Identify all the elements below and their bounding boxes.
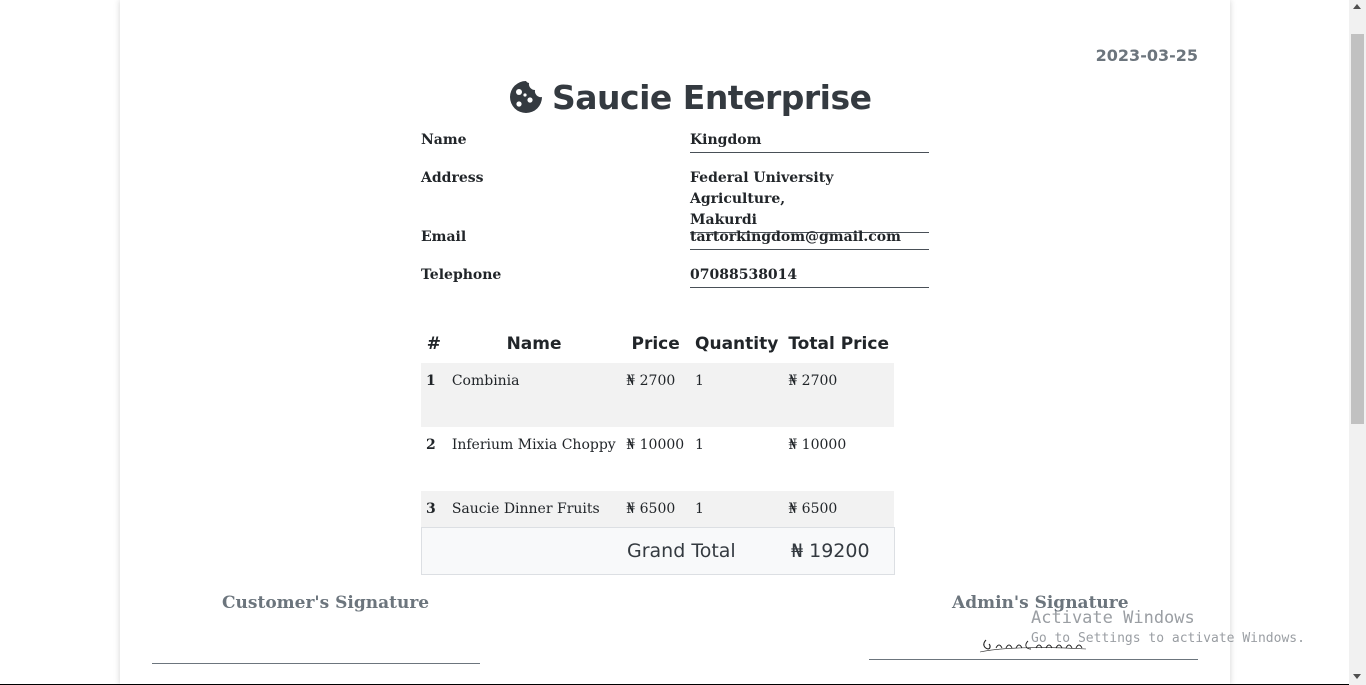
grand-total-value: ₦ 19200 [791,540,870,562]
company-name: Saucie Enterprise [552,77,872,117]
row-price: ₦ 10000 [626,437,685,453]
name-value: Kingdom [690,130,929,153]
email-label: Email [421,229,467,245]
activate-windows-title: Activate Windows [1031,608,1195,628]
row-item-name: Combinia [446,363,622,427]
column-header-index: # [426,334,442,354]
row-total-price: ₦ 10000 [788,437,847,453]
vertical-scrollbar[interactable] [1349,0,1366,685]
email-value: tartorkingdom@gmail.com [690,227,929,250]
row-quantity: 1 [695,437,704,453]
scroll-up-arrow-icon[interactable] [1353,4,1361,9]
table-row: 1 Combinia ₦ 2700 1 ₦ 2700 [421,363,894,427]
table-row: 2 Inferium Mixia Choppy ₦ 10000 1 ₦ 1000… [421,427,894,491]
address-label: Address [421,170,484,186]
scroll-down-arrow-icon[interactable] [1353,674,1361,679]
table-header-row: # Name Price Quantity Total Price [421,325,894,363]
grand-total-row: Grand Total ₦ 19200 [421,527,895,575]
grand-total-label: Grand Total [627,540,736,562]
row-index: 2 [426,437,436,453]
company-header: Saucie Enterprise [508,76,872,118]
column-header-total-price: Total Price [788,334,889,354]
row-price: ₦ 2700 [621,363,691,427]
address-value: Federal University Agriculture, Makurdi [690,168,929,233]
telephone-label: Telephone [421,267,502,283]
customer-signature-label: Customer's Signature [222,593,430,613]
admin-signature-line [869,659,1198,660]
column-header-price: Price [631,334,680,354]
receipt-date: 2023-03-25 [1095,46,1198,65]
cookie-icon [510,81,542,113]
scrollbar-thumb[interactable] [1351,34,1364,424]
row-item-name: Inferium Mixia Choppy [451,437,616,453]
column-header-quantity: Quantity [695,334,779,354]
row-quantity: 1 [690,363,784,427]
address-line-1: Federal University Agriculture, [690,170,834,207]
name-label: Name [421,132,467,148]
telephone-value: 07088538014 [690,265,929,288]
row-total-price: ₦ 2700 [783,363,894,427]
column-header-name: Name [506,334,562,354]
activate-windows-subtitle: Go to Settings to activate Windows. [1031,631,1305,646]
customer-signature-line [152,663,480,664]
row-index: 1 [421,363,447,427]
items-table: # Name Price Quantity Total Price 1 Comb… [421,325,894,555]
